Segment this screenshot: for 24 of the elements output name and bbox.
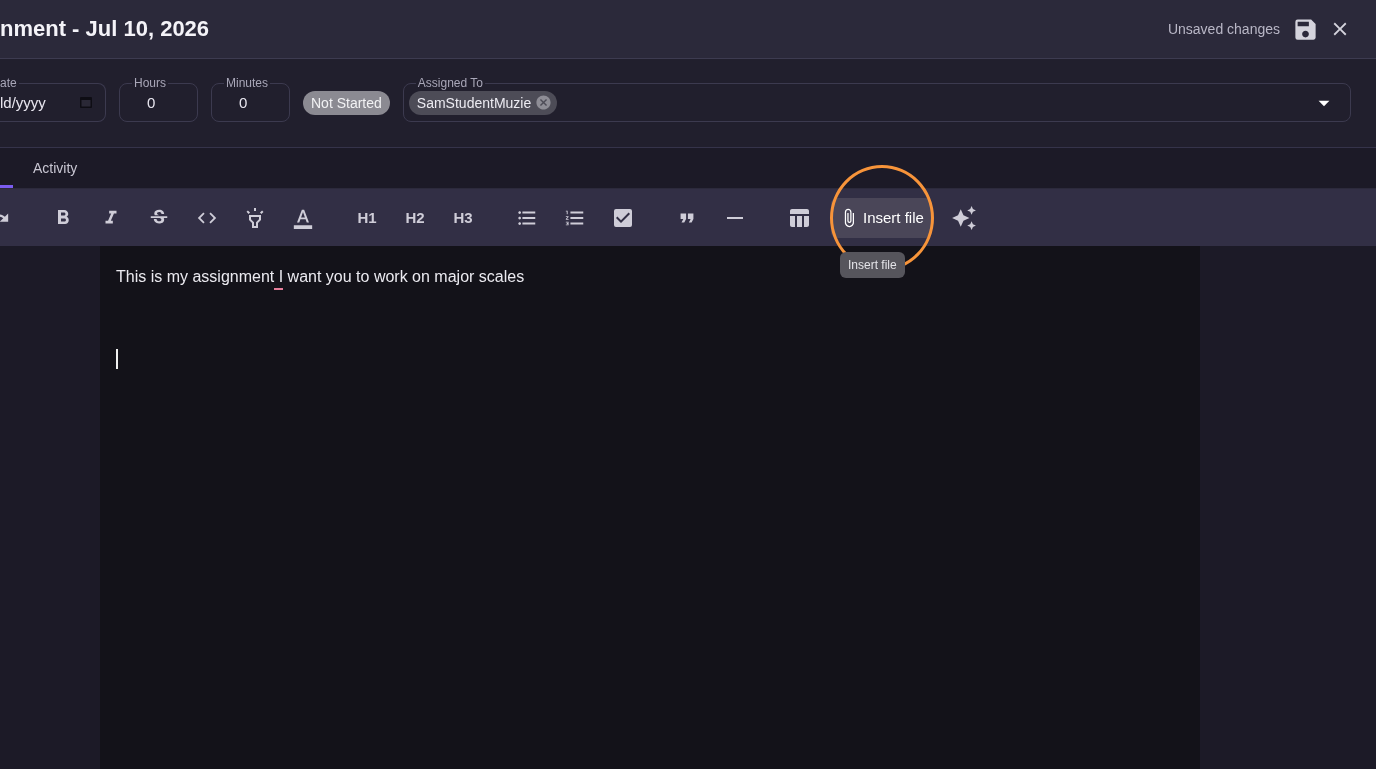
heading-button[interactable]: H3 — [447, 201, 479, 234]
tab[interactable]: Activity — [13, 148, 98, 188]
number-field[interactable]: Hours 0 — [119, 76, 198, 122]
number-field[interactable]: Minutes 0 — [211, 76, 290, 122]
horizontal-line-icon — [727, 216, 743, 219]
sparkles-icon — [950, 204, 977, 231]
heading-button[interactable]: H1 — [351, 201, 383, 234]
heading-button[interactable]: H2 — [399, 201, 431, 234]
assignee-chip[interactable]: SamStudentMuzie — [408, 90, 558, 115]
insert-file-button[interactable]: Insert file — [831, 197, 932, 238]
field-value: 0 — [239, 94, 248, 111]
remove-icon[interactable] — [535, 94, 553, 111]
page-title: nment - Jul 10, 2026 — [0, 16, 210, 42]
text-cursor-icon — [116, 349, 118, 369]
field-label: Assigned To — [415, 76, 485, 90]
assigned-to-field[interactable]: Assigned To SamStudentMuzie — [402, 76, 1351, 122]
field-value: 0 — [147, 94, 156, 111]
field-value: ld/yyyy — [0, 94, 46, 111]
status-badge: Not Started — [303, 91, 390, 115]
field-label: Minutes — [224, 76, 271, 90]
unsaved-status: Unsaved changes — [1167, 21, 1280, 37]
date-field[interactable]: ate ld/yyyy — [0, 76, 106, 122]
field-label: Hours — [132, 76, 168, 90]
field-label: ate — [0, 76, 19, 90]
